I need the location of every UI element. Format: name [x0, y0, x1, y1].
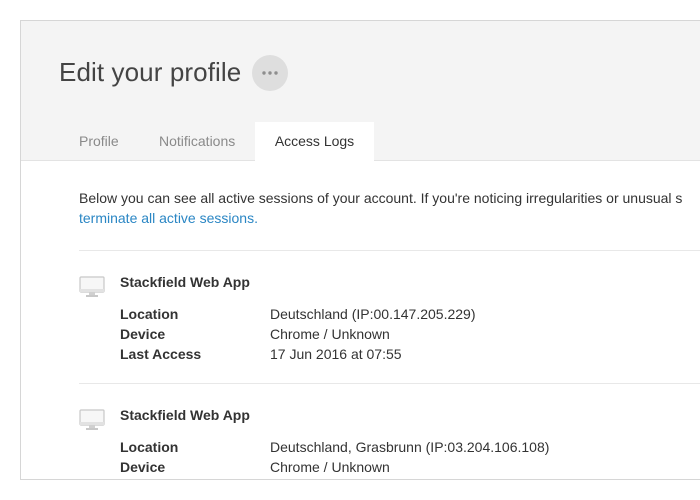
desktop-computer-icon: [79, 409, 105, 430]
tab-access-logs[interactable]: Access Logs: [255, 122, 374, 162]
intro-description: Below you can see all active sessions of…: [79, 190, 683, 206]
location-value: Deutschland (IP:00.147.205.229): [270, 306, 476, 322]
page: Edit your profile Profile Notifications …: [0, 0, 700, 500]
last-access-label: Last Access: [120, 346, 202, 362]
more-options-button[interactable]: [252, 55, 288, 91]
desktop-computer-icon: [79, 276, 105, 297]
device-label: Device: [120, 326, 166, 342]
location-label: Location: [120, 439, 179, 455]
page-title: Edit your profile: [59, 57, 242, 87]
location-label: Location: [120, 306, 179, 322]
tab-profile[interactable]: Profile: [79, 122, 119, 161]
divider: [79, 250, 700, 251]
session-title: Stackfield Web App: [120, 274, 250, 290]
location-value: Deutschland, Grasbrunn (IP:03.204.106.10…: [270, 439, 550, 455]
tab-notifications[interactable]: Notifications: [159, 122, 235, 161]
device-value: Chrome / Unknown: [270, 326, 390, 342]
profile-window: Edit your profile Profile Notifications …: [20, 20, 700, 480]
profile-header: Edit your profile Profile Notifications …: [21, 21, 700, 162]
device-value: Chrome / Unknown: [270, 459, 390, 475]
session-title: Stackfield Web App: [120, 407, 250, 423]
last-access-value: 17 Jun 2016 at 07:55: [270, 346, 402, 362]
divider: [79, 383, 700, 384]
ellipsis-icon: [262, 71, 278, 75]
intro-text: Below you can see all active sessions of…: [79, 188, 682, 228]
device-label: Device: [120, 459, 166, 475]
terminate-sessions-link[interactable]: terminate all active sessions.: [79, 210, 258, 226]
